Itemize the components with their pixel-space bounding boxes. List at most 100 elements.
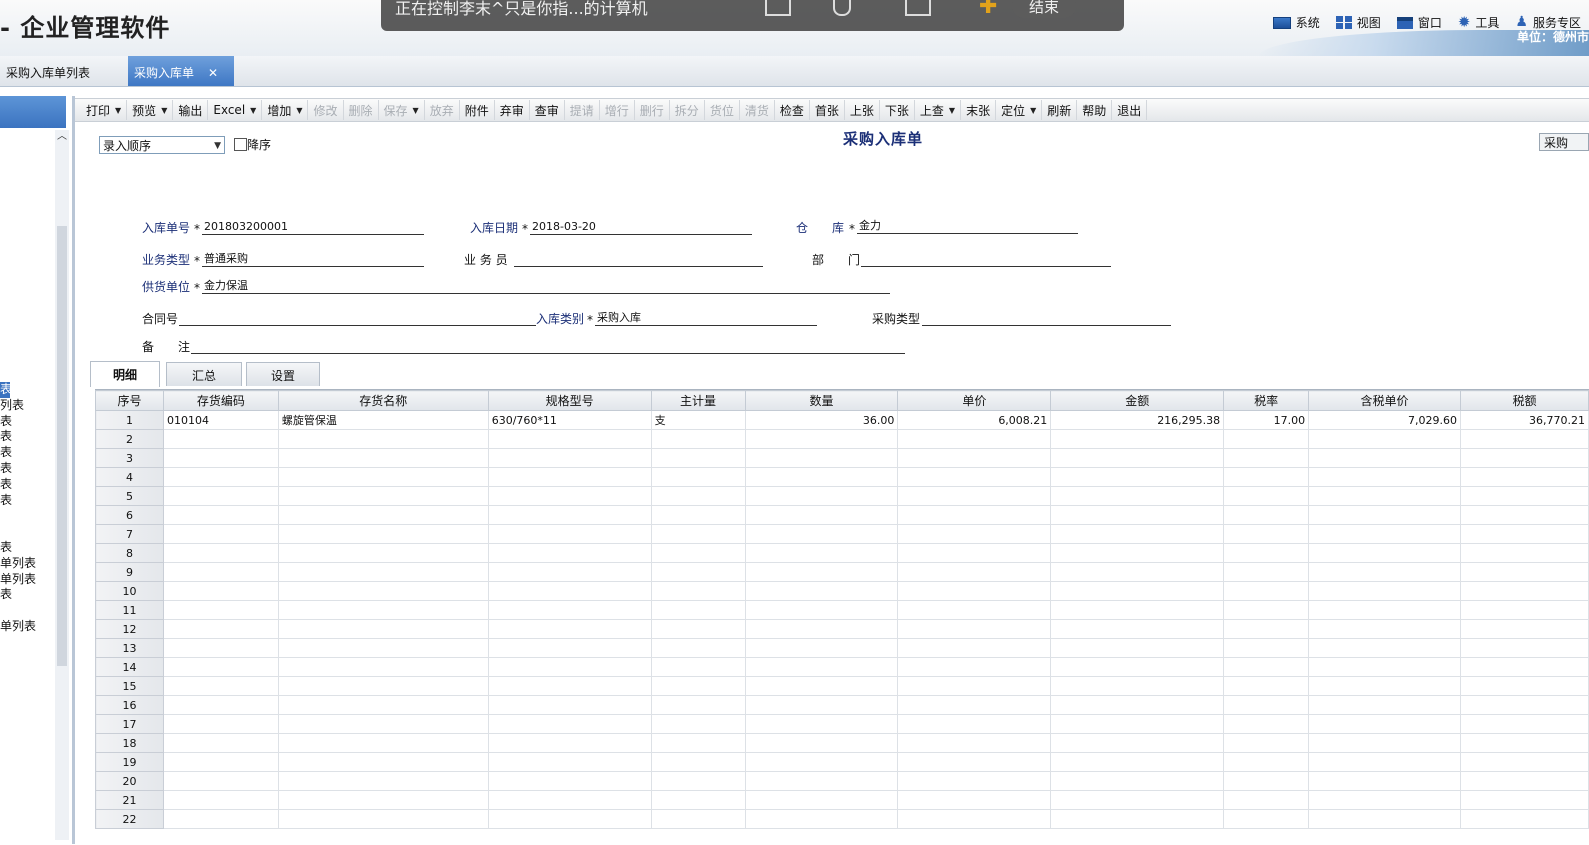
table-row[interactable]: 9 (95, 562, 1589, 582)
grid-cell[interactable] (1308, 600, 1461, 620)
grid-cell[interactable] (897, 657, 1052, 677)
grid-cell[interactable] (650, 429, 746, 449)
grid-cell[interactable] (744, 429, 899, 449)
grid-cell[interactable] (744, 581, 899, 601)
grid-cell[interactable] (744, 486, 899, 506)
grid-cell[interactable] (1050, 486, 1225, 506)
grid-cell[interactable] (1223, 543, 1310, 563)
nav-item[interactable]: 表 (0, 445, 50, 461)
column-header[interactable]: 金额 (1050, 390, 1225, 411)
scroll-thumb[interactable] (57, 226, 67, 666)
grid-cell[interactable] (162, 657, 279, 677)
grid-cell[interactable] (744, 467, 899, 487)
column-header[interactable]: 存货名称 (277, 390, 489, 411)
grid-cell[interactable] (487, 790, 652, 810)
nav-item[interactable]: 表 (0, 382, 10, 398)
toolbar-button[interactable]: 提请 (565, 100, 600, 120)
purchase-button[interactable]: 采购 (1539, 133, 1589, 151)
grid-cell[interactable] (277, 638, 489, 658)
grid-cell[interactable] (1460, 771, 1589, 791)
grid-cell[interactable] (1308, 505, 1461, 525)
grid-cell[interactable]: 7,029.60 (1308, 410, 1461, 430)
grid-cell[interactable] (650, 714, 746, 734)
toolbar-button[interactable]: 输出 (173, 100, 209, 120)
grid-cell[interactable] (1460, 752, 1589, 772)
grid-cell[interactable] (487, 638, 652, 658)
department-field[interactable] (861, 251, 1111, 267)
column-header[interactable]: 数量 (744, 390, 899, 411)
grid-cell[interactable] (1050, 714, 1225, 734)
grid-cell[interactable] (1050, 809, 1225, 829)
grid-cell[interactable] (487, 429, 652, 449)
nav-item[interactable] (0, 508, 50, 524)
grid-cell[interactable] (277, 505, 489, 525)
caret-down-icon[interactable]: ▼ (250, 106, 256, 115)
grid-cell[interactable] (487, 657, 652, 677)
toolbar-button[interactable]: 增加 ▼ (262, 100, 309, 120)
grid-cell[interactable] (1308, 562, 1461, 582)
grid-cell[interactable] (487, 695, 652, 715)
toolbar-button[interactable]: 下张 (880, 100, 915, 120)
grid-cell[interactable] (1223, 695, 1310, 715)
grid-cell[interactable] (650, 448, 746, 468)
grid-cell[interactable] (1460, 809, 1589, 829)
grid-cell[interactable]: 支 (650, 410, 746, 430)
grid-cell[interactable] (162, 771, 279, 791)
grid-cell[interactable] (1308, 809, 1461, 829)
grid-cell[interactable] (487, 771, 652, 791)
toolbar-button[interactable]: 弃审 (495, 100, 530, 120)
grid-cell[interactable] (1460, 600, 1589, 620)
grid-cell[interactable] (1050, 543, 1225, 563)
grid-cell[interactable] (1050, 638, 1225, 658)
grid-cell[interactable] (897, 429, 1052, 449)
grid-cell[interactable] (650, 505, 746, 525)
grid-cell[interactable] (1308, 543, 1461, 563)
grid-cell[interactable] (1460, 638, 1589, 658)
grid-cell[interactable] (162, 448, 279, 468)
grid-cell[interactable] (162, 790, 279, 810)
salesperson-field[interactable] (514, 251, 763, 267)
grid-cell[interactable] (744, 733, 899, 753)
grid-cell[interactable] (897, 467, 1052, 487)
grid-cell[interactable] (1308, 657, 1461, 677)
window-add-icon[interactable] (905, 0, 931, 16)
grid-cell[interactable] (277, 543, 489, 563)
grid-cell[interactable] (1460, 429, 1589, 449)
grid-cell[interactable] (1223, 505, 1310, 525)
grid-cell[interactable] (1223, 524, 1310, 544)
grid-cell[interactable] (1460, 448, 1589, 468)
grid-cell[interactable] (1050, 505, 1225, 525)
grid-cell[interactable] (897, 600, 1052, 620)
grid-cell[interactable] (1308, 733, 1461, 753)
grid-cell[interactable] (744, 771, 899, 791)
grid-cell[interactable] (1460, 676, 1589, 696)
grid-cell[interactable] (277, 771, 489, 791)
grid-cell[interactable] (1223, 771, 1310, 791)
grid-cell[interactable] (1050, 676, 1225, 696)
column-header[interactable]: 税率 (1223, 390, 1310, 411)
nav-item[interactable]: 列表 (0, 398, 50, 414)
grid-cell[interactable] (897, 562, 1052, 582)
menu-system[interactable]: 系统 (1272, 14, 1320, 31)
grid-cell[interactable] (650, 771, 746, 791)
toolbar-button[interactable]: 修改 (308, 100, 344, 120)
supplier-field[interactable]: 金力保温 (202, 278, 890, 294)
grid-cell[interactable] (897, 581, 1052, 601)
toolbar-button[interactable]: 查审 (530, 100, 565, 120)
toolbar-button[interactable]: 保存 ▼ (379, 100, 425, 120)
grid-cell[interactable] (277, 467, 489, 487)
grid-cell[interactable] (744, 448, 899, 468)
grid-cell[interactable]: 36,770.21 (1460, 410, 1589, 430)
grid-cell[interactable]: 螺旋管保温 (277, 410, 489, 430)
grid-cell[interactable] (897, 543, 1052, 563)
table-row[interactable]: 5 (95, 486, 1589, 506)
grid-cell[interactable] (744, 524, 899, 544)
grid-cell[interactable] (277, 448, 489, 468)
grid-cell[interactable] (1308, 638, 1461, 658)
caret-down-icon[interactable]: ▼ (296, 106, 302, 115)
column-header[interactable]: 含税单价 (1308, 390, 1461, 411)
grid-cell[interactable] (162, 486, 279, 506)
grid-cell[interactable] (162, 695, 279, 715)
descending-checkbox[interactable] (234, 138, 247, 151)
grid-cell[interactable] (1308, 695, 1461, 715)
